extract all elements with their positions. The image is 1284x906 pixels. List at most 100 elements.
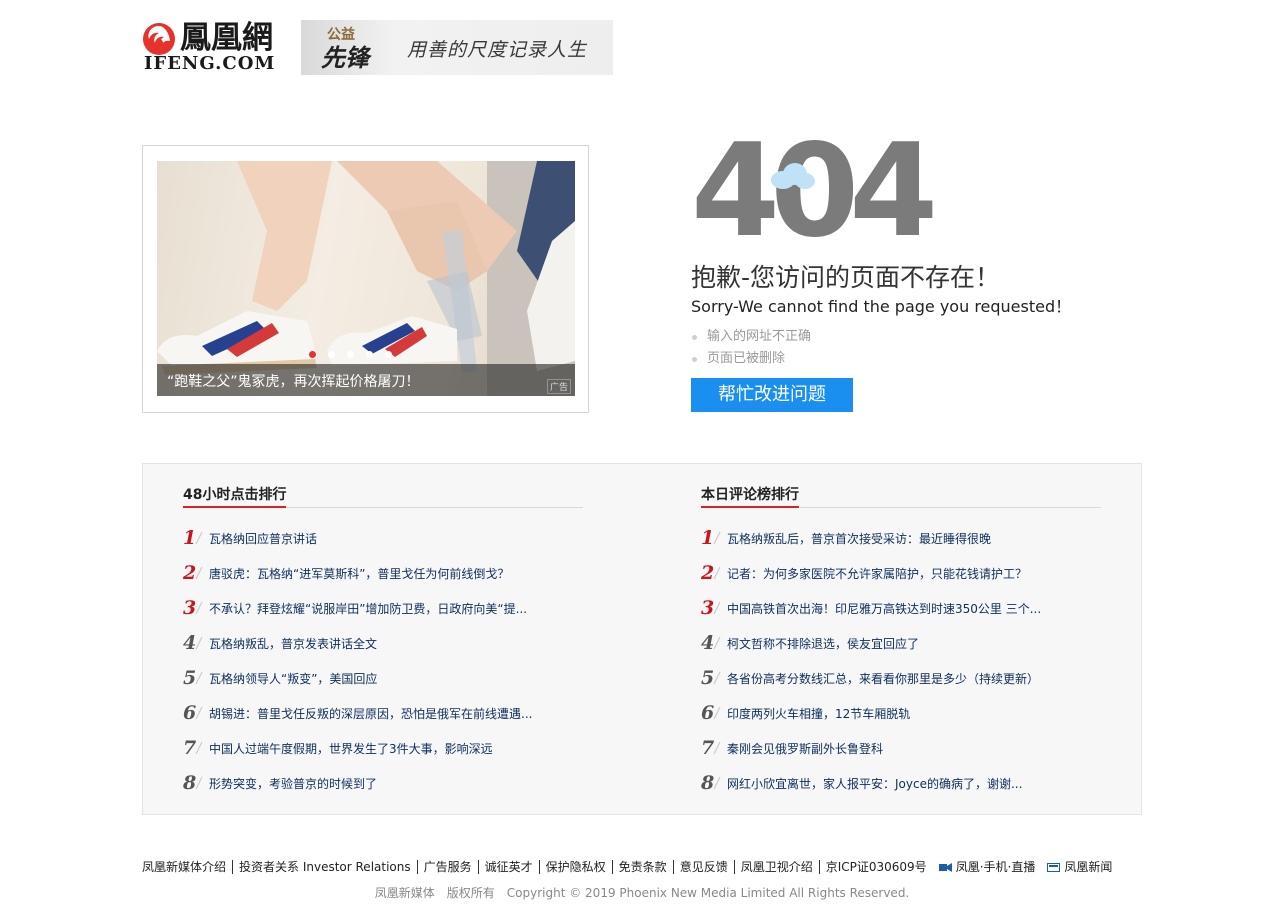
phoenix-logo-icon (143, 23, 175, 55)
rank-item[interactable]: 3 中国高铁首次出海！印尼雅万高铁达到时速350公里 三个... (701, 595, 1101, 630)
rank-item[interactable]: 1 瓦格纳回应普京讲话 (183, 525, 583, 560)
footer-link-privacy[interactable]: 保护隐私权 (538, 860, 612, 874)
carousel-dot-3[interactable] (347, 351, 354, 358)
rank-headline-link[interactable]: 胡锡进：普里戈任反叛的深层原因，恐怕是俄军在前线遭遇... (209, 705, 532, 722)
cloud-icon (771, 163, 815, 189)
rank-comment-list: 1 瓦格纳叛乱后，普京首次接受采访：最近睡得很晚 2 记者：为何多家医院不允许家属陪护… (701, 525, 1101, 805)
footer-link-app[interactable]: 凤凰新闻 (1041, 860, 1118, 874)
ad-slide-image[interactable]: “跑鞋之父”鬼冢虎，再次挥起价格屠刀！ 广告 (157, 161, 575, 396)
rank-headline-link[interactable]: 网红小欣宜离世，家人报平安：Joyce的确病了，谢谢... (727, 775, 1022, 792)
carousel-dot-2[interactable] (328, 351, 335, 358)
carousel-dot-5[interactable] (385, 351, 392, 358)
rank-headline-link[interactable]: 形势突变，考验普京的时候到了 (209, 775, 377, 792)
rank-headline-link[interactable]: 瓦格纳领导人“叛变”，美国回应 (209, 670, 377, 687)
rank-headline-link[interactable]: 瓦格纳回应普京讲话 (209, 530, 317, 547)
footer-link-tv[interactable]: 凤凰卫视介绍 (733, 860, 819, 874)
rank-slash-icon (195, 741, 203, 755)
logo-chinese-text: 鳳凰網 (180, 20, 273, 56)
rank-headline-link[interactable]: 中国高铁首次出海！印尼雅万高铁达到时速350公里 三个... (727, 600, 1041, 617)
rank-48h-list: 1 瓦格纳回应普京讲话 2 唐驳虎：瓦格纳“进军莫斯科”，普里戈任为何前线倒戈？ 3 不承… (183, 525, 583, 805)
rank-headline-link[interactable]: 瓦格纳叛乱后，普京首次接受采访：最近睡得很晚 (727, 530, 991, 547)
rank-item[interactable]: 1 瓦格纳叛乱后，普京首次接受采访：最近睡得很晚 (701, 525, 1101, 560)
rank-item[interactable]: 7 中国人过端午度假期，世界发生了3件大事，影响深远 (183, 735, 583, 770)
help-improve-button[interactable]: 帮忙改进问题 (691, 378, 853, 412)
ranking-panel: 48小时点击排行 1 瓦格纳回应普京讲话 2 唐驳虎：瓦格纳“进军莫斯科”，普里戈任为… (142, 463, 1142, 815)
copyright-text: Copyright © 2019 Phoenix New Media Limit… (506, 886, 910, 900)
banner-slogan: 用善的尺度记录人生 (407, 39, 588, 61)
rank-headline-link[interactable]: 记者：为何多家医院不允许家属陪护，只能花钱请护工？ (727, 565, 1027, 582)
rank-slash-icon (713, 671, 721, 685)
app-window-icon (1047, 863, 1061, 872)
rank-headline-link[interactable]: 不承认？拜登炫耀“说服岸田”增加防卫费，日政府向美“提... (209, 600, 527, 617)
rank-48h-column: 48小时点击排行 1 瓦格纳回应普京讲话 2 唐驳虎：瓦格纳“进军莫斯科”，普里戈任为… (183, 484, 583, 805)
rank-item[interactable]: 4 瓦格纳叛乱，普京发表讲话全文 (183, 630, 583, 665)
rank-48h-header: 48小时点击排行 (183, 484, 583, 508)
carousel-dots (307, 351, 407, 359)
rank-slash-icon (195, 531, 203, 545)
rank-item[interactable]: 8 网红小欣宜离世，家人报平安：Joyce的确病了，谢谢... (701, 770, 1101, 805)
copyright-rights: 版权所有 (446, 886, 495, 900)
banner-brand-main: 先锋 (321, 44, 369, 72)
rank-item[interactable]: 2 唐驳虎：瓦格纳“进军莫斯科”，普里戈任为何前线倒戈？ (183, 560, 583, 595)
rank-headline-link[interactable]: 各省份高考分数线汇总，来看看你那里是多少（持续更新） (727, 670, 1039, 687)
footer-link-icp[interactable]: 京ICP证030609号 (818, 860, 933, 874)
ad-caption[interactable]: “跑鞋之父”鬼冢虎，再次挥起价格屠刀！ (167, 371, 420, 391)
footer-link-investor[interactable]: 投资者关系 Investor Relations (232, 860, 417, 874)
rank-headline-link[interactable]: 柯文哲称不排除退选，侯友宜回应了 (727, 635, 919, 652)
rank-slash-icon (713, 741, 721, 755)
ad-caption-bar[interactable]: “跑鞋之父”鬼冢虎，再次挥起价格屠刀！ 广告 (157, 364, 575, 396)
ifeng-logo[interactable]: 鳳凰網 IFENG.COM (142, 20, 282, 74)
rank-item[interactable]: 2 记者：为何多家医院不允许家属陪护，只能花钱请护工？ (701, 560, 1101, 595)
rank-48h-title: 48小时点击排行 (183, 484, 287, 508)
rank-headline-link[interactable]: 瓦格纳叛乱，普京发表讲话全文 (209, 635, 377, 652)
video-camera-icon (938, 863, 952, 872)
footer-link-about[interactable]: 凤凰新媒体介绍 (142, 860, 232, 874)
rank-slash-icon (195, 776, 203, 790)
rank-item[interactable]: 4 柯文哲称不排除退选，侯友宜回应了 (701, 630, 1101, 665)
footer-link-live-label: 凤凰·手机·直播 (955, 860, 1036, 874)
rank-slash-icon (713, 531, 721, 545)
rank-slash-icon (195, 636, 203, 650)
rank-comment-column: 本日评论榜排行 1 瓦格纳叛乱后，普京首次接受采访：最近睡得很晚 2 记者：为何多家医… (701, 484, 1101, 805)
error-subtitle: Sorry-We cannot find the page you reques… (691, 297, 1072, 316)
footer-link-jobs[interactable]: 诚征英才 (477, 860, 539, 874)
rank-slash-icon (713, 566, 721, 580)
top-banner-ad[interactable]: 公益 先锋 用善的尺度记录人生 (301, 20, 613, 75)
rank-slash-icon (195, 566, 203, 580)
rank-headline-link[interactable]: 印度两列火车相撞，12节车厢脱轨 (727, 705, 910, 722)
rank-comment-header: 本日评论榜排行 (701, 484, 1101, 508)
logo-english-text: IFENG.COM (144, 53, 276, 74)
rank-slash-icon (713, 776, 721, 790)
rank-slash-icon (195, 671, 203, 685)
carousel-dot-1[interactable] (309, 351, 316, 358)
rank-comment-title: 本日评论榜排行 (701, 484, 799, 508)
error-reason-item: 输入的网址不正确 (691, 326, 811, 348)
footer-link-live[interactable]: 凤凰·手机·直播 (933, 860, 1042, 874)
rank-item[interactable]: 6 印度两列火车相撞，12节车厢脱轨 (701, 700, 1101, 735)
rank-item[interactable]: 7 秦刚会见俄罗斯副外长鲁登科 (701, 735, 1101, 770)
rank-item[interactable]: 5 各省份高考分数线汇总，来看看你那里是多少（持续更新） (701, 665, 1101, 700)
ad-photo-illustration (157, 161, 575, 396)
rank-headline-link[interactable]: 秦刚会见俄罗斯副外长鲁登科 (727, 740, 883, 757)
banner-brand: 公益 先锋 (321, 24, 391, 72)
footer-link-ads[interactable]: 广告服务 (416, 860, 478, 874)
rank-slash-icon (195, 706, 203, 720)
rank-item[interactable]: 6 胡锡进：普里戈任反叛的深层原因，恐怕是俄军在前线遭遇... (183, 700, 583, 735)
error-title: 抱歉-您访问的页面不存在！ (691, 263, 1001, 292)
error-code-text: 404 (691, 117, 938, 266)
header: 鳳凰網 IFENG.COM 公益 先锋 用善的尺度记录人生 (142, 20, 622, 75)
rank-slash-icon (713, 601, 721, 615)
rank-item[interactable]: 3 不承认？拜登炫耀“说服岸田”增加防卫费，日政府向美“提... (183, 595, 583, 630)
footer-link-feedback[interactable]: 意见反馈 (672, 860, 734, 874)
footer-link-disclaimer[interactable]: 免责条款 (611, 860, 673, 874)
rank-item[interactable]: 8 形势突变，考验普京的时候到了 (183, 770, 583, 805)
rank-headline-link[interactable]: 中国人过端午度假期，世界发生了3件大事，影响深远 (209, 740, 493, 757)
copyright: 凤凰新媒体 版权所有 Copyright © 2019 Phoenix New Me… (0, 884, 1284, 901)
rank-item[interactable]: 5 瓦格纳领导人“叛变”，美国回应 (183, 665, 583, 700)
footer-links: 凤凰新媒体介绍 投资者关系 Investor Relations 广告服务 诚征英才保… (142, 856, 1142, 874)
ad-carousel: “跑鞋之父”鬼冢虎，再次挥起价格屠刀！ 广告 (142, 145, 589, 413)
carousel-dot-4[interactable] (366, 351, 373, 358)
rank-headline-link[interactable]: 唐驳虎：瓦格纳“进军莫斯科”，普里戈任为何前线倒戈？ (209, 565, 509, 582)
error-code: 404 (691, 128, 938, 256)
ad-tag: 广告 (546, 379, 571, 394)
